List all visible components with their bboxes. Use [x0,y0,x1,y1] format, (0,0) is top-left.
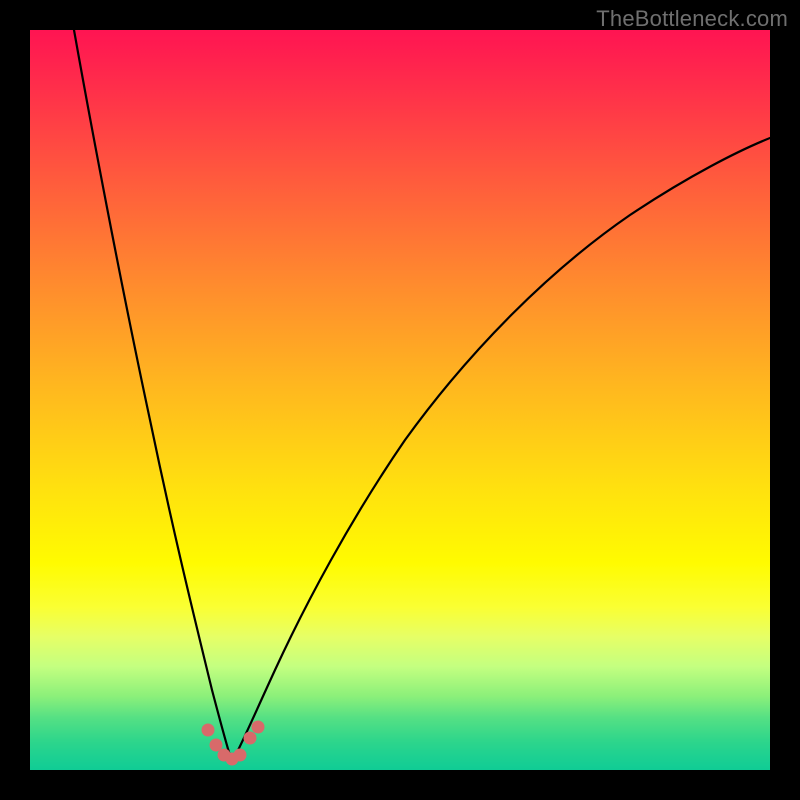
trough-dots-group [202,721,265,766]
trough-dot [252,721,265,734]
watermark-text: TheBottleneck.com [596,6,788,32]
chart-plot-area [30,30,770,770]
curve-right-branch [232,138,770,762]
trough-dot [202,724,215,737]
curve-left-branch [74,30,232,762]
trough-dot [234,749,247,762]
chart-curve-svg [30,30,770,770]
trough-dot [244,732,257,745]
